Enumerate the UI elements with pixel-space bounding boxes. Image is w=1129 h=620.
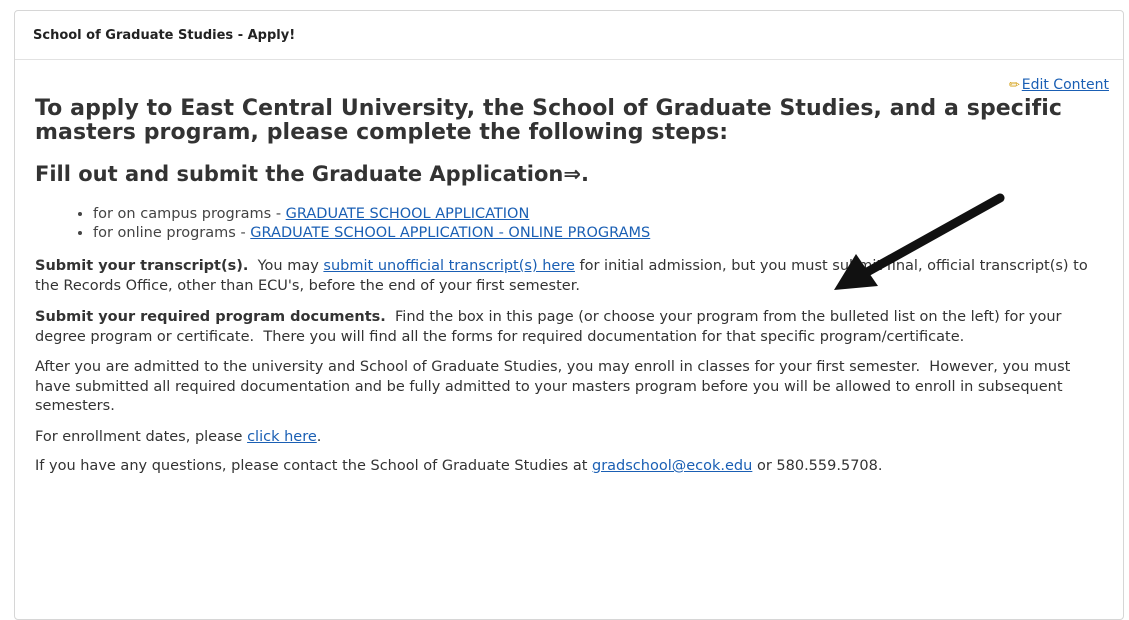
enrollment-post: . bbox=[316, 428, 322, 445]
list-item-prefix: for online programs - bbox=[93, 225, 251, 241]
enrollment-dates-link[interactable]: click here bbox=[247, 429, 317, 445]
edit-content-link[interactable]: Edit Content bbox=[1022, 77, 1109, 93]
online-application-link[interactable]: GRADUATE SCHOOL APPLICATION - ONLINE PRO… bbox=[250, 225, 650, 241]
list-item: for on campus programs - GRADUATE SCHOOL… bbox=[93, 205, 1109, 224]
transcripts-paragraph: Submit your transcript(s). You may submi… bbox=[35, 257, 1109, 296]
enrollment-pre: For enrollment dates, please bbox=[35, 428, 248, 445]
contact-pre: If you have any questions, please contac… bbox=[35, 458, 592, 474]
transcripts-bold: Submit your transcript(s). bbox=[35, 258, 249, 274]
email-link[interactable]: gradschool@ecok.edu bbox=[592, 458, 752, 474]
contact-post: or 580.559.5708. bbox=[752, 458, 883, 474]
admitted-paragraph: After you are admitted to the university… bbox=[35, 359, 1075, 414]
enrollment-paragraph: For enrollment dates, please click here. bbox=[35, 428, 1109, 448]
panel-heading: School of Graduate Studies - Apply! bbox=[15, 11, 1123, 60]
pencil-icon: ✏ bbox=[1008, 78, 1020, 93]
application-list: for on campus programs - GRADUATE SCHOOL… bbox=[35, 205, 1109, 243]
transcripts-pre: You may bbox=[248, 258, 324, 274]
documents-paragraph: Submit your required program documents. … bbox=[35, 308, 1109, 347]
documents-bold: Submit your required program documents. bbox=[35, 309, 386, 325]
panel-body: ✏ Edit Content To apply to East Central U… bbox=[15, 60, 1123, 477]
step-heading: Fill out and submit the Graduate Applica… bbox=[35, 162, 589, 186]
content-panel: School of Graduate Studies - Apply! ✏ Edi… bbox=[14, 10, 1124, 620]
list-item-prefix: for on campus programs - bbox=[93, 206, 286, 222]
unofficial-transcript-link[interactable]: submit unofficial transcript(s) here bbox=[323, 258, 574, 274]
edit-content-row: ✏ Edit Content bbox=[35, 76, 1109, 95]
list-item: for online programs - GRADUATE SCHOOL AP… bbox=[93, 224, 1109, 243]
campus-application-link[interactable]: GRADUATE SCHOOL APPLICATION bbox=[286, 206, 530, 222]
contact-paragraph: If you have any questions, please contac… bbox=[35, 457, 1109, 477]
intro-heading: To apply to East Central University, the… bbox=[35, 96, 1063, 145]
